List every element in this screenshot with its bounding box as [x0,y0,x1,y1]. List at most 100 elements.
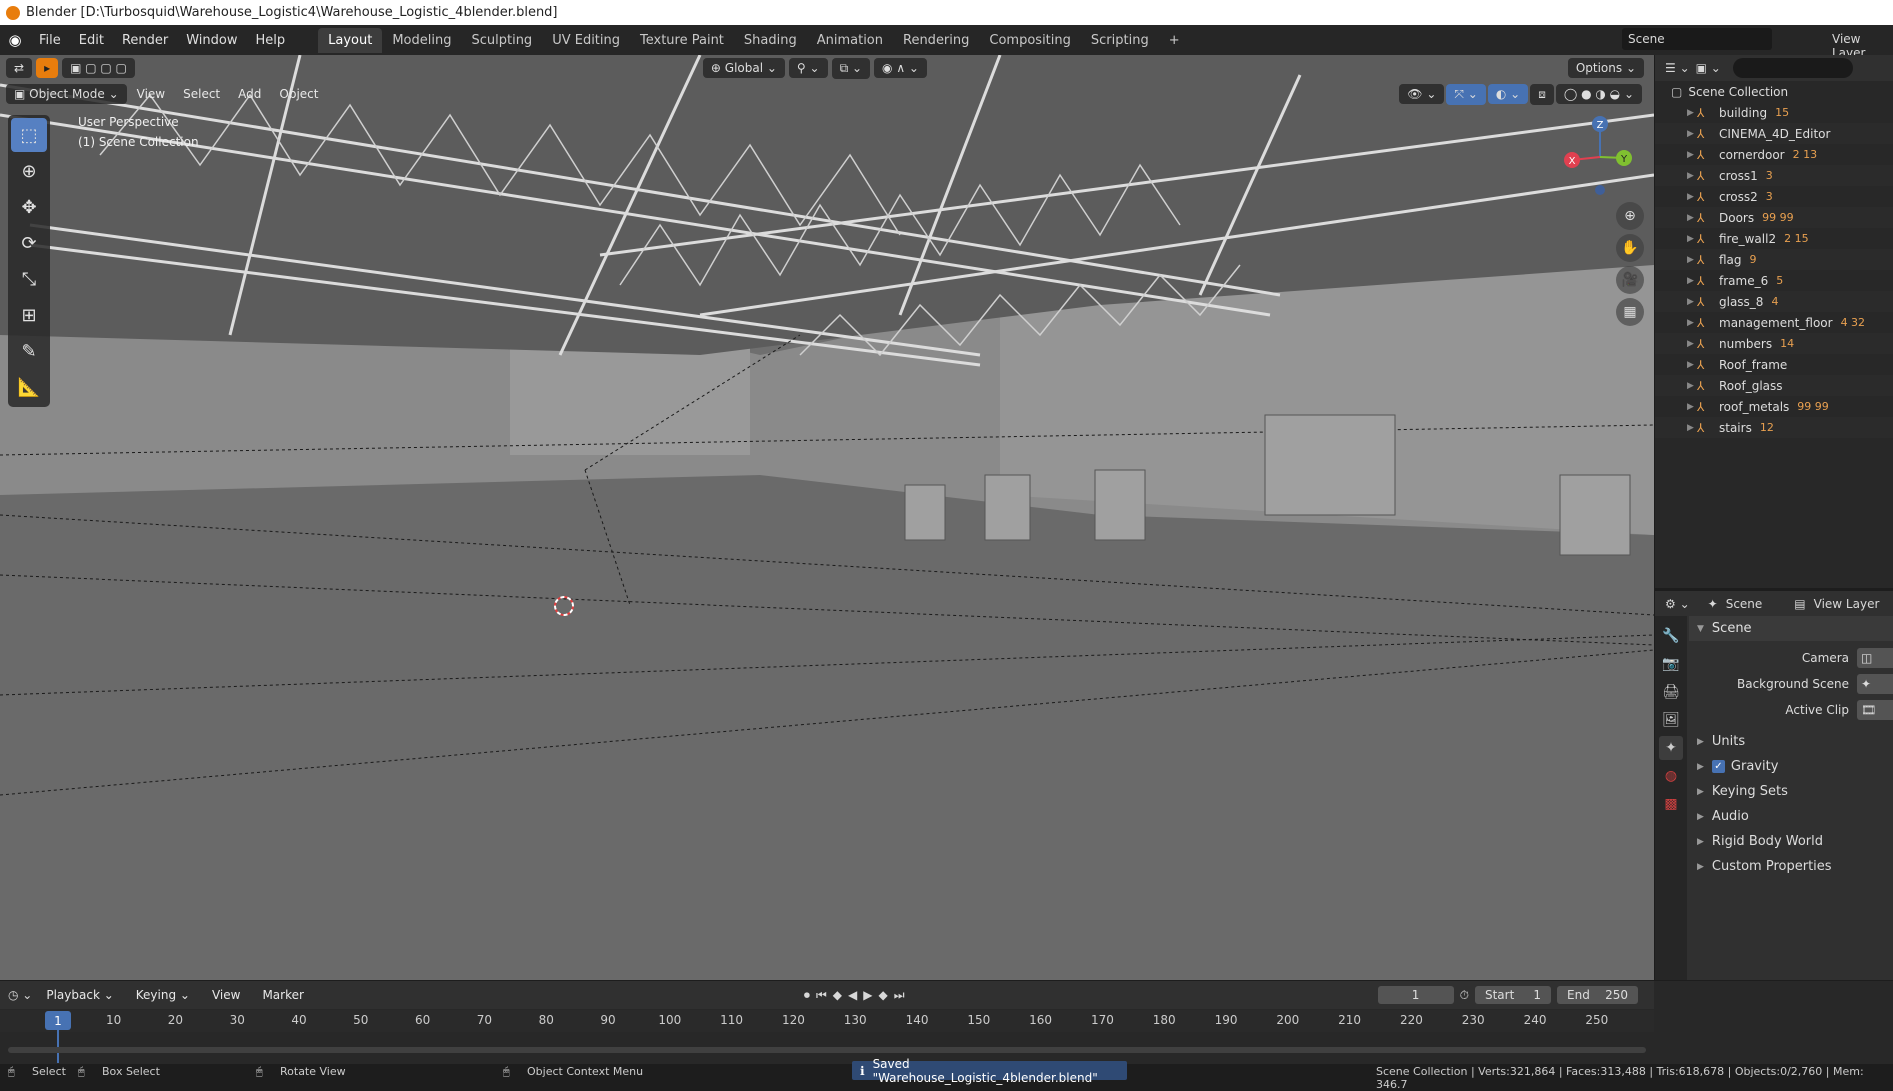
tab-uv-editing[interactable]: UV Editing [542,28,630,53]
expand-right-icon[interactable]: ▶ [1687,339,1694,349]
view-layer-properties-icon[interactable]: 🖼 [1659,708,1683,732]
pivot-point-dropdown[interactable]: ⚲ ⌄ [788,58,828,78]
expand-right-icon[interactable]: ▶ [1687,381,1694,391]
tool-properties-icon[interactable]: 🔧 [1659,624,1683,648]
render-properties-icon[interactable]: 📷 [1659,652,1683,676]
tab-modeling[interactable]: Modeling [382,28,461,53]
select-box-tool-icon[interactable]: ⬚ [11,118,47,152]
play-icon[interactable]: ▶ [863,988,872,1002]
viewport-menu-add[interactable]: Add [230,84,269,104]
stopwatch-icon[interactable]: ⏱ [1460,988,1469,1003]
jump-end-icon[interactable]: ⏭ [894,988,905,1003]
play-reverse-icon[interactable]: ◀ [848,988,857,1002]
expand-right-icon[interactable]: ▶ [1687,150,1694,160]
timeline-scrollbar[interactable] [8,1047,1646,1053]
move-tool-icon[interactable]: ✥ [11,190,47,224]
tool-settings-icon[interactable]: ⇄ [6,58,33,78]
select-tool-icon[interactable]: ▸ [36,58,59,78]
navigation-gizmo[interactable]: Z X Y [1560,112,1640,202]
outliner-item[interactable]: ▶ ⅄ Doors 99 99 [1655,207,1893,228]
transform-tool-icon[interactable]: ⊞ [11,298,47,332]
end-frame-field[interactable]: End 250 [1557,986,1638,1004]
proportional-edit-toggle[interactable]: ◉ ∧ ⌄ [874,58,927,78]
outliner-search-input[interactable] [1732,58,1853,78]
rotate-tool-icon[interactable]: ⟳ [11,226,47,260]
scene-panel-header[interactable]: ▼ Scene [1689,616,1893,641]
timeline-ruler[interactable]: 10 20 30 40 50 60 70 80 90 100 110 120 130 140 150 160 1… [0,1010,1654,1032]
pan-hand-icon[interactable]: ✋ [1616,234,1644,262]
transform-orientation-dropdown[interactable]: ⊕ Global ⌄ [702,58,785,78]
properties-editor-icon[interactable]: ⚙ ⌄ [1665,597,1690,611]
properties-view-layer-tab[interactable]: View Layer [1814,597,1880,611]
rigid-body-world-subpanel[interactable]: ▶ Rigid Body World [1689,829,1893,854]
outliner-item[interactable]: ▶ ⅄ CINEMA_4D_Editor [1655,123,1893,144]
blender-menu-icon[interactable]: ◉ [0,31,30,49]
xray-toggle-icon[interactable]: ⧈ [1530,83,1554,105]
output-properties-icon[interactable]: 🖨 [1659,680,1683,704]
jump-keyframe-forward-icon[interactable]: ◆ [878,988,887,1002]
snap-toggle[interactable]: ⧉ ⌄ [831,57,871,79]
texture-properties-icon[interactable]: ▩ [1659,792,1683,816]
viewport-menu-object[interactable]: Object [271,84,326,104]
options-dropdown[interactable]: Options ⌄ [1567,58,1644,78]
expand-right-icon[interactable]: ▶ [1687,276,1694,286]
tab-animation[interactable]: Animation [807,28,893,53]
expand-right-icon[interactable]: ▶ [1687,192,1694,202]
cursor-tool-icon[interactable]: ⊕ [11,154,47,188]
current-frame-field[interactable]: 1 [1377,986,1454,1004]
jump-start-icon[interactable]: ⏮ [816,988,827,1003]
menu-render[interactable]: Render [113,33,177,48]
record-button-icon[interactable]: ⏺ [804,988,810,1003]
selection-mode-icons[interactable]: ▣ ▢ ▢ ▢ [62,58,135,78]
active-clip-field[interactable]: 🎞 [1857,700,1893,720]
outliner-item[interactable]: ▶ ⅄ cross2 3 [1655,186,1893,207]
expand-right-icon[interactable]: ▶ [1687,171,1694,181]
expand-right-icon[interactable]: ▶ [1687,129,1694,139]
tab-sculpting[interactable]: Sculpting [461,28,542,53]
jump-keyframe-back-icon[interactable]: ◆ [833,988,842,1002]
menu-file[interactable]: File [30,33,70,48]
outliner-item[interactable]: ▶ ⅄ cross1 3 [1655,165,1893,186]
outliner-item[interactable]: ▶ ⅄ management_floor 4 32 [1655,312,1893,333]
timeline-menu-keying[interactable]: Keying ⌄ [128,985,198,1005]
overlay-toggle-icon[interactable]: ◐ ⌄ [1487,84,1529,104]
outliner-item[interactable]: ▶ ⅄ Roof_glass [1655,375,1893,396]
visibility-icon[interactable]: 👁 ⌄ [1399,84,1445,104]
audio-subpanel[interactable]: ▶ Audio [1689,804,1893,829]
camera-view-icon[interactable]: 🎥 [1616,266,1644,294]
add-workspace-button[interactable]: + [1159,28,1190,53]
expand-right-icon[interactable]: ▶ [1687,108,1694,118]
outliner-item[interactable]: ▶ ⅄ cornerdoor 2 13 [1655,144,1893,165]
gravity-checkbox[interactable]: ✓ [1711,760,1725,773]
timeline-menu-playback[interactable]: Playback ⌄ [38,985,121,1005]
tab-scripting[interactable]: Scripting [1081,28,1159,53]
start-frame-field[interactable]: Start 1 [1474,986,1552,1004]
tab-compositing[interactable]: Compositing [979,28,1081,53]
3d-viewport[interactable] [0,55,1654,980]
tab-rendering[interactable]: Rendering [893,28,979,53]
viewport-menu-select[interactable]: Select [175,84,228,104]
background-scene-field[interactable]: ✦ [1857,674,1893,694]
properties-scene-tab[interactable]: Scene [1726,597,1763,611]
expand-right-icon[interactable]: ▶ [1687,234,1694,244]
timeline-menu-view[interactable]: View [204,985,248,1005]
measure-tool-icon[interactable]: 📐 [11,370,47,404]
outliner-item[interactable]: ▶ ⅄ numbers 14 [1655,333,1893,354]
expand-right-icon[interactable]: ▶ [1687,402,1694,412]
scene-properties-icon[interactable]: ✦ [1659,736,1683,760]
outliner-item[interactable]: ▶ ⅄ building 15 [1655,102,1893,123]
expand-right-icon[interactable]: ▶ [1687,318,1694,328]
outliner-item[interactable]: ▶ ⅄ frame_6 5 [1655,270,1893,291]
menu-edit[interactable]: Edit [70,33,113,48]
menu-window[interactable]: Window [177,33,246,48]
zoom-icon[interactable]: ⊕ [1616,202,1644,230]
outliner-filter-icon[interactable]: ▣ ⌄ [1696,61,1721,75]
timeline-menu-marker[interactable]: Marker [254,985,311,1005]
expand-right-icon[interactable]: ▶ [1687,360,1694,370]
keying-sets-subpanel[interactable]: ▶ Keying Sets [1689,779,1893,804]
viewport-menu-view[interactable]: View [129,84,173,104]
gravity-subpanel[interactable]: ▶ ✓ Gravity [1689,754,1893,779]
outliner-item[interactable]: ▶ ⅄ roof_metals 99 99 [1655,396,1893,417]
outliner-display-icon[interactable]: ☰ ⌄ [1665,61,1690,75]
tab-texture-paint[interactable]: Texture Paint [630,28,734,53]
